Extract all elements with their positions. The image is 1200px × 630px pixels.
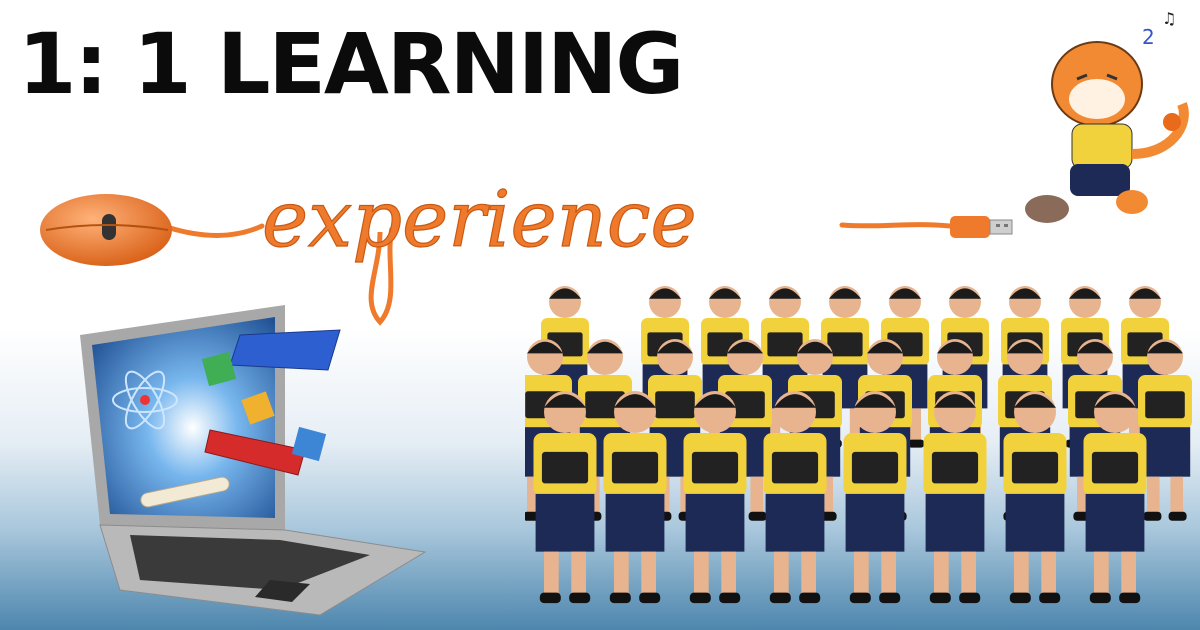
cursive-word: experience: [262, 175, 697, 265]
svg-text:♫: ♫: [1162, 9, 1176, 28]
students-group-photo: [525, 286, 1192, 604]
computer-mouse-icon: [40, 194, 172, 266]
tiger-mascot-icon: 2 ♫: [1025, 9, 1189, 223]
laptop-icon: [80, 305, 427, 616]
svg-text:2: 2: [1142, 25, 1155, 49]
usb-plug-icon: [950, 216, 1013, 238]
